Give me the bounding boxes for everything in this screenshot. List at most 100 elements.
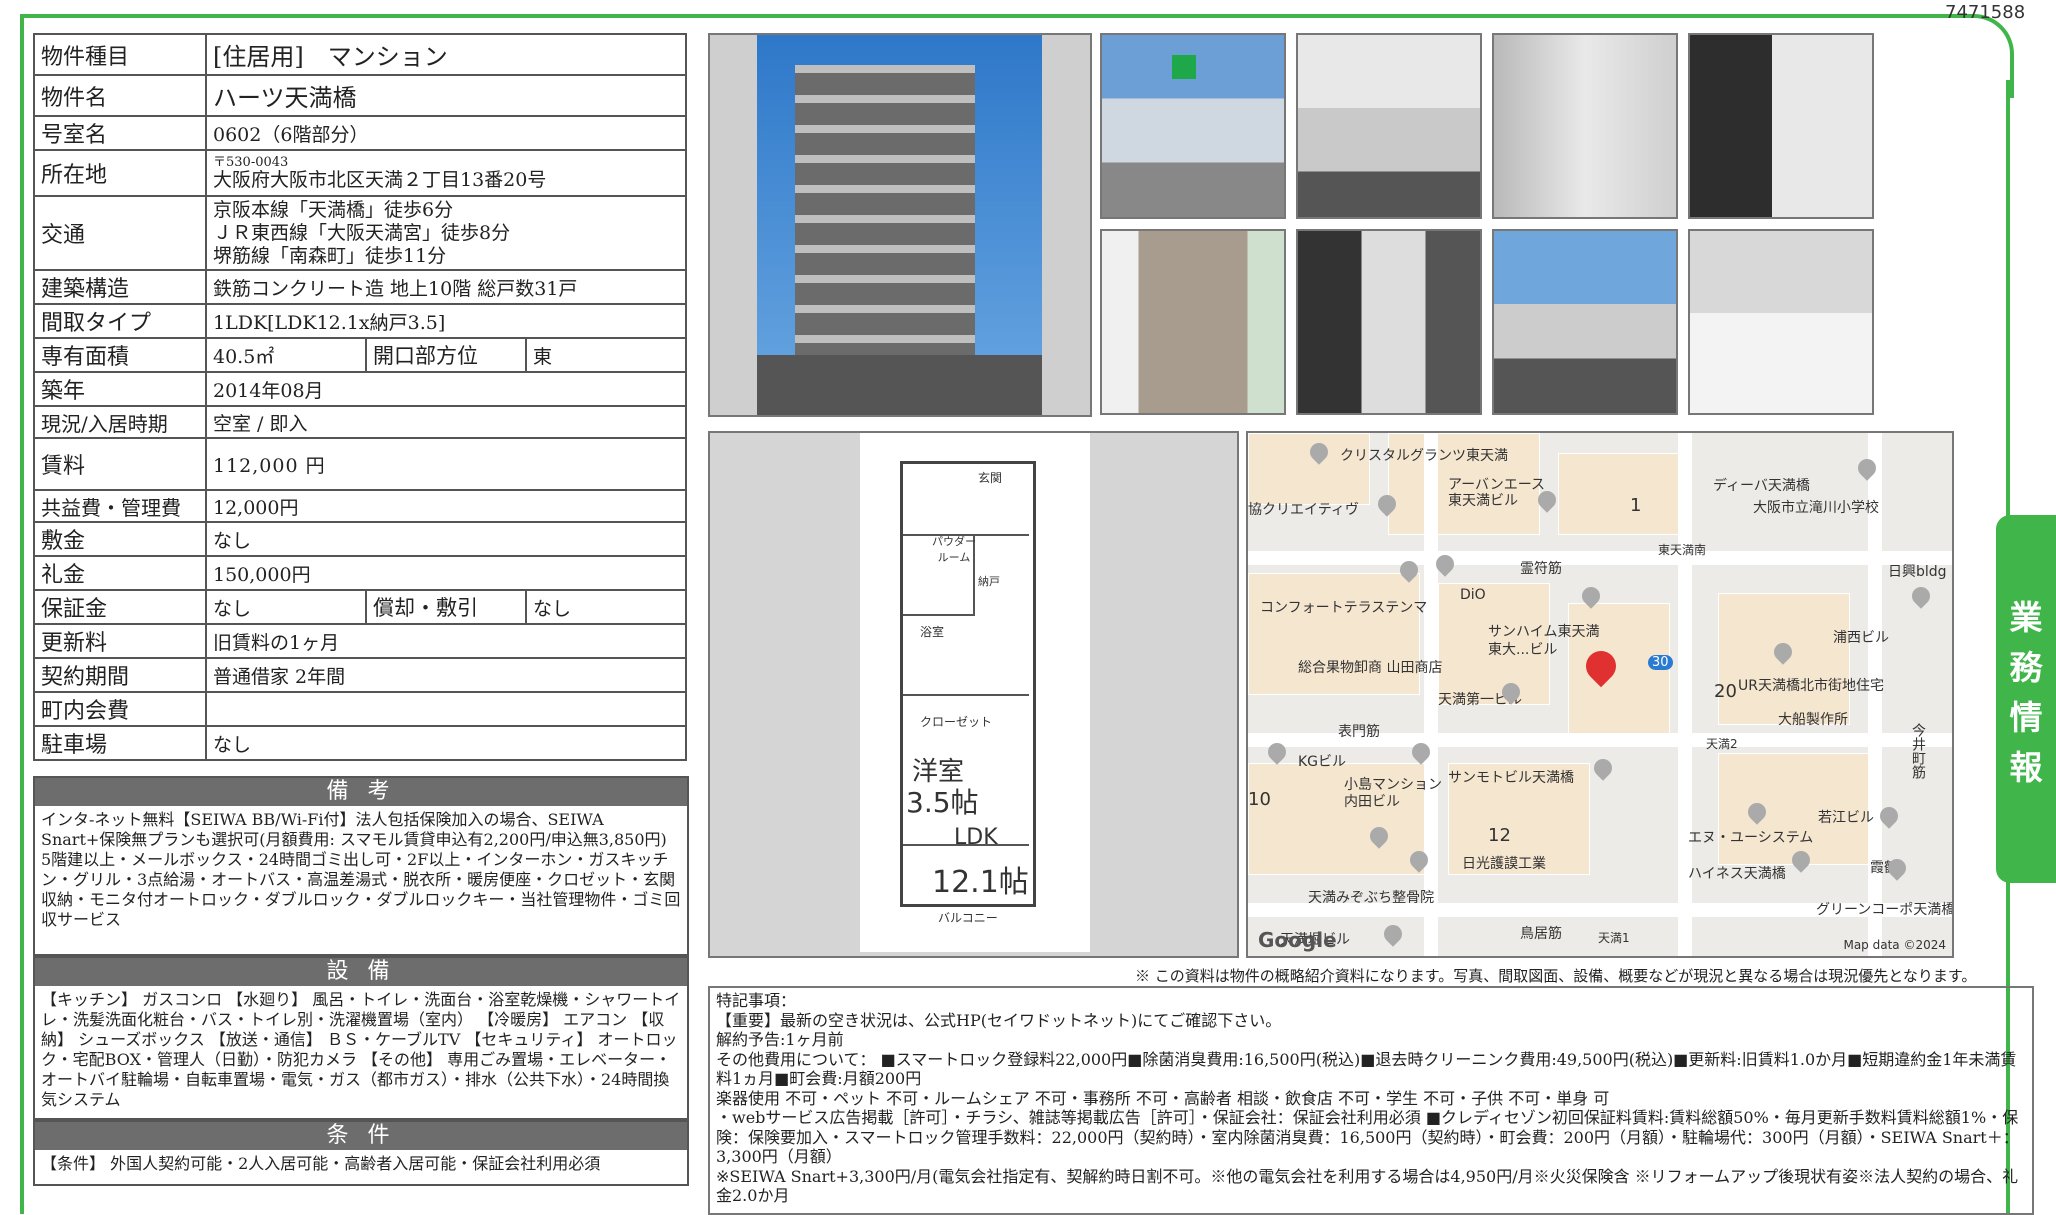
plan-storage-label: 納戸 [978,575,1000,588]
photo-toilet [1688,229,1874,415]
disclaimer-text: ※ この資料は物件の概略紹介資料になります。写真、間取図面、設備、概要などが現況… [1135,967,1977,985]
parking-value: なし [205,725,687,761]
map-label: 天満みぞぶち整骨院 [1308,890,1435,906]
remarks-title: 備 考 [35,778,687,806]
postal-code: 〒530-0043 [213,155,289,170]
special-line: ※SEIWA Snart+3,300円/月(電気会社指定有、契解約時日割不可。※… [716,1166,2019,1206]
map-label: ディーバ天満橋 [1713,478,1810,494]
amortization-value: なし [525,589,687,625]
photo-western-room [1100,229,1286,415]
map-label: 大阪市立滝川小学校 [1753,500,1879,516]
map-number: 1 [1630,495,1642,516]
map-data-attribution: Map data ©2024 [1843,938,1946,952]
rent-label: 賃料 [33,437,207,491]
photo-kitchen [1296,33,1482,219]
type-value: [住居用] マンション [205,33,687,76]
type-label: 物件種目 [33,33,207,76]
google-logo: Google [1258,928,1337,952]
direction-label: 開口部方位 [365,337,527,373]
fee-label: 共益費・管理費 [33,489,207,523]
parking-label: 駐車場 [33,725,207,761]
map-label: 鳥居筋 [1520,926,1562,942]
assoc-fee-value [205,691,687,727]
equipment-title: 設 備 [35,958,687,986]
frame-left-border [20,14,24,1214]
conditions-section: 条 件 【条件】 外国人契約可能・2人入居可能・高齢者入居可能・保証会社利用必須 [33,1120,689,1186]
conditions-text: 【条件】 外国人契約可能・2人入居可能・高齢者入居可能・保証会社利用必須 [41,1154,601,1173]
map-label: アーバンエース 東天満ビル [1448,477,1546,509]
plan-ldk-label: LDK [954,825,998,850]
business-info-tab-label: 業務情報 [2009,598,2043,787]
map-label: 協クリエイティヴ [1248,502,1359,518]
map-label: KGビル [1298,754,1347,770]
map-label: 浦西ビル [1833,630,1889,646]
photo-building-exterior [708,33,1092,417]
room-value: 0602（6階部分） [205,115,687,151]
area-value: 40.5㎡ [205,337,367,373]
map-label: 天満2 [1706,737,1738,751]
traffic-label: 交通 [33,195,207,271]
map-label: 総合果物卸商 山田商店 [1298,660,1443,676]
map-label: 天満1 [1598,931,1630,945]
structure-value: 鉄筋コンクリート造 地上10階 総戸数31戸 [205,269,687,305]
special-line: 特記事項： [716,991,797,1010]
special-line: ・webサービス広告掲載［許可］・チラシ、雑誌等掲載広告［許可］・保証会社：保証… [716,1108,2019,1166]
plan-entrance-label: 玄関 [978,471,1003,485]
map-label: 霊符筋 [1520,561,1562,577]
map-label: 東天満南 [1658,543,1707,557]
map-number: 20 [1714,681,1737,702]
remarks-section: 備 考 インタ-ネット無料【SEIWA BB/Wi-Fi付】法人包括保険加入の場… [33,776,689,956]
map-label: サンハイム東天満 東大...ビル [1488,624,1600,658]
plan-balcony-label: バルコニー [938,911,998,925]
map-label: DiO [1460,587,1486,603]
plan-western-size: 3.5帖 [906,786,979,819]
document-id: 7471588 [1945,2,2026,23]
name-label: 物件名 [33,74,207,117]
photo-living-room [1492,33,1678,219]
amortization-label: 償却・敷引 [365,589,527,625]
special-line: その他費用について： ■スマートロック登録料22,000円■除菌消臭費用:16,… [716,1049,2017,1089]
key-money-value: 150,000円 [205,555,687,591]
map-pin-icon [1908,583,1934,609]
layout-value: 1LDK[LDK12.1x納戸3.5] [205,303,687,339]
deposit-value: なし [205,521,687,557]
map-label: 日光護謨工業 [1462,856,1546,872]
address-value: 大阪府大阪市北区天満２丁目13番20号 [213,169,547,191]
map-pin-icon [1590,755,1616,781]
map-label: グリーンコーポ天満橋 [1816,902,1954,918]
photo-balcony-view [1100,33,1286,219]
built-value: 2014年08月 [205,371,687,407]
guarantee-label: 保証金 [33,589,207,625]
direction-value: 東 [525,337,687,373]
guarantee-value: なし [205,589,367,625]
map-label: 表門筋 [1338,724,1380,740]
plan-ldk-size: 12.1帖 [932,865,1029,900]
property-info-table: 物件種目 [住居用] マンション 物件名 ハーツ天満橋 号室名 0602（6階部分） … [33,33,687,761]
rent-value: 112,000 円 [205,437,687,491]
map-number: 12 [1488,825,1511,846]
photo-bathroom [1688,33,1874,219]
renewal-value: 旧賃料の1ヶ月 [205,623,687,659]
plan-closet-label: クローゼット [920,715,993,729]
status-label: 現況/入居時期 [33,405,207,439]
address-label: 所在地 [33,149,207,197]
frame-corner [1880,14,2014,98]
business-info-tab[interactable]: 業務情報 [1996,515,2056,883]
photo-balcony [1492,229,1678,415]
map-pin-icon [1380,921,1406,947]
key-money-label: 礼金 [33,555,207,591]
map-label: 若江ビル [1818,810,1874,826]
map-label: クリスタルグランツ東天満 [1340,448,1508,464]
room-label: 号室名 [33,115,207,151]
contract-value: 普通借家 2年間 [205,657,687,693]
layout-label: 間取タイプ [33,303,207,339]
location-map[interactable]: クリスタルグランツ東天満 アーバンエース 東天満ビル ディーバ天満橋 大阪市立滝… [1246,431,1954,958]
structure-label: 建築構造 [33,269,207,305]
status-value: 空室 / 即入 [205,405,687,439]
map-label: エヌ・ユーシステム [1688,830,1814,846]
map-number: 10 [1248,789,1271,810]
renewal-label: 更新料 [33,623,207,659]
equipment-text: 【キッチン】 ガスコンロ 【水廻り】 風呂・トイレ・洗面台・浴室乾燥機・シャワー… [41,990,681,1109]
traffic-line-3: 堺筋線「南森町」徒歩11分 [213,244,447,267]
traffic-line-2: ＪＲ東西線「大阪天満宮」徒歩8分 [213,221,511,244]
